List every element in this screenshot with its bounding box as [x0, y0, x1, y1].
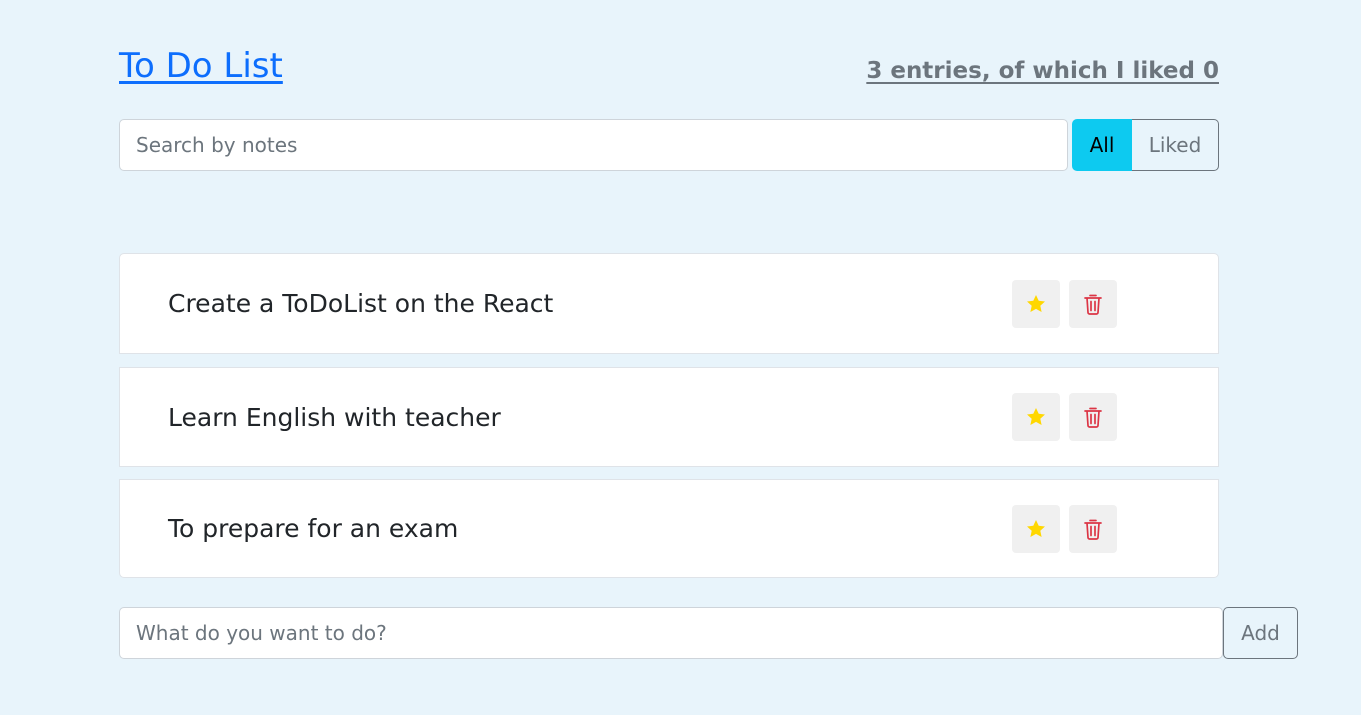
- delete-button[interactable]: [1069, 393, 1117, 441]
- add-todo-form: Add: [119, 607, 1299, 659]
- like-button[interactable]: [1012, 393, 1060, 441]
- like-button[interactable]: [1012, 504, 1060, 553]
- trash-icon: [1084, 294, 1102, 315]
- page-title[interactable]: To Do List: [119, 44, 283, 88]
- todo-item: To prepare for an exam: [119, 479, 1219, 578]
- add-button[interactable]: Add: [1223, 607, 1298, 659]
- trash-icon: [1084, 519, 1102, 540]
- entries-counter: 3 entries, of which I liked 0: [866, 58, 1219, 84]
- todo-item-label[interactable]: To prepare for an exam: [168, 480, 458, 577]
- search-input[interactable]: [119, 119, 1068, 171]
- todo-item-label[interactable]: Learn English with teacher: [168, 368, 501, 466]
- star-icon: [1027, 294, 1045, 312]
- trash-icon: [1084, 407, 1102, 428]
- app-header: To Do List 3 entries, of which I liked 0: [119, 44, 1219, 94]
- filter-all-button[interactable]: All: [1072, 119, 1132, 171]
- filter-liked-button[interactable]: Liked: [1132, 119, 1219, 171]
- filter-button-group: All Liked: [1072, 119, 1219, 171]
- new-todo-input[interactable]: [119, 607, 1223, 659]
- like-button[interactable]: [1012, 279, 1060, 328]
- search-panel: All Liked: [119, 119, 1219, 171]
- star-icon: [1027, 408, 1045, 425]
- star-icon: [1027, 519, 1045, 537]
- todo-item: Learn English with teacher: [119, 367, 1219, 467]
- todo-item-label[interactable]: Create a ToDoList on the React: [168, 254, 553, 353]
- todo-item: Create a ToDoList on the React: [119, 253, 1219, 354]
- delete-button[interactable]: [1069, 279, 1117, 328]
- delete-button[interactable]: [1069, 504, 1117, 553]
